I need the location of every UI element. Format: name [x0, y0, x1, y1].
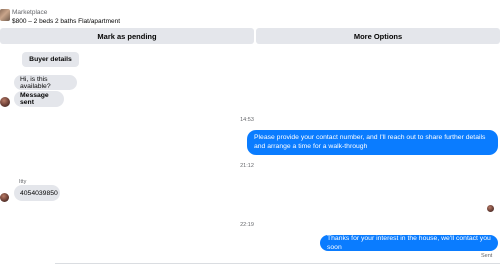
delivery-status: Sent [481, 253, 493, 259]
buyer-avatar[interactable] [0, 97, 10, 107]
outgoing-message: Thanks for your interest in the house, w… [320, 235, 498, 251]
outgoing-message: Please provide your contact number, and … [247, 130, 498, 155]
listing-header[interactable]: Marketplace $800 – 2 beds 2 baths Flat/a… [0, 0, 500, 28]
buyer-avatar[interactable] [0, 193, 9, 202]
incoming-message: Hi, is this available? [14, 75, 77, 90]
buyer-details-button[interactable]: Buyer details [22, 52, 79, 67]
read-receipt-avatar [487, 205, 494, 212]
incoming-message: Message sent [14, 91, 64, 107]
listing-category: Marketplace [12, 9, 48, 16]
incoming-message: 4054039850 [14, 185, 60, 201]
message-timestamp: 21:12 [240, 163, 254, 169]
messenger-conversation: Marketplace $800 – 2 beds 2 baths Flat/a… [0, 0, 500, 265]
message-thread[interactable]: Buyer details Hi, is this available? Mes… [0, 44, 500, 265]
mark-as-pending-button[interactable]: Mark as pending [0, 28, 254, 44]
listing-title[interactable]: $800 – 2 beds 2 baths Flat/apartment [12, 18, 120, 25]
message-timestamp: 22:19 [240, 222, 254, 228]
message-timestamp: 14:53 [240, 117, 254, 123]
action-bar: Mark as pending More Options [0, 28, 500, 44]
more-options-button[interactable]: More Options [256, 28, 500, 44]
listing-thumbnail[interactable] [0, 9, 10, 21]
